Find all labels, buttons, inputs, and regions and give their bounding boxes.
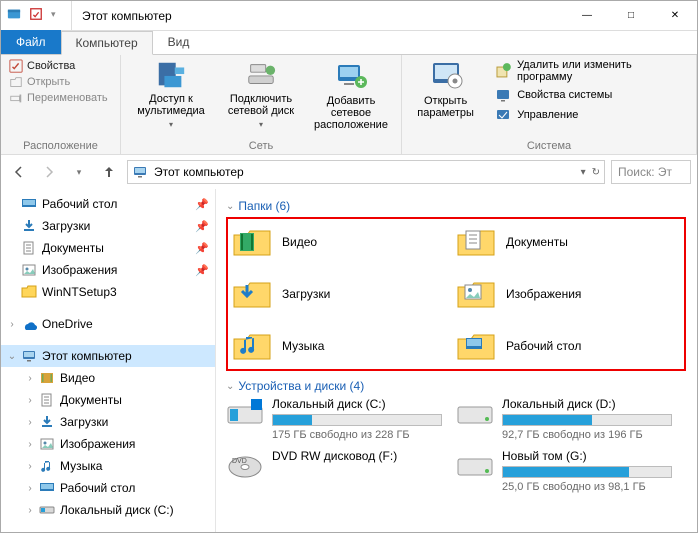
- address-row: ▾ Этот компьютер ▾ ↻ Поиск: Эт: [1, 155, 697, 189]
- nav-drive-c[interactable]: › Локальный диск (C:): [1, 499, 215, 521]
- collapse-icon[interactable]: ⌄: [7, 351, 17, 362]
- search-input[interactable]: Поиск: Эт: [611, 160, 691, 184]
- nav-winntsetup[interactable]: WinNTSetup3: [1, 281, 215, 303]
- svg-text:DVD: DVD: [232, 458, 247, 465]
- chevron-down-icon: ▾: [169, 119, 173, 131]
- ribbon: Свойства Открыть Переименовать Расположе…: [1, 55, 697, 155]
- open-settings-button[interactable]: Открыть параметры: [410, 59, 481, 119]
- nav-desktop-2[interactable]: › Рабочий стол: [1, 477, 215, 499]
- qat-dropdown-icon[interactable]: ▾: [51, 9, 65, 23]
- history-dropdown[interactable]: ▾: [67, 160, 91, 184]
- nav-this-pc[interactable]: ⌄ Этот компьютер: [1, 345, 215, 367]
- group-header-folders[interactable]: ⌄ Папки (6): [226, 199, 687, 213]
- navigation-pane: Рабочий стол📌 Загрузки📌 Документы📌 Изобр…: [1, 189, 216, 532]
- maximize-button[interactable]: □: [609, 1, 653, 30]
- nav-downloads[interactable]: Загрузки📌: [1, 215, 215, 237]
- usage-bar: [502, 414, 672, 426]
- nav-desktop[interactable]: Рабочий стол📌: [1, 193, 215, 215]
- ribbon-group-system: Открыть параметры Удалить или изменить п…: [402, 55, 697, 154]
- tab-computer[interactable]: Компьютер: [61, 31, 153, 55]
- rename-button[interactable]: Переименовать: [9, 91, 112, 105]
- system-properties-button[interactable]: Свойства системы: [495, 87, 688, 103]
- back-button[interactable]: [7, 160, 31, 184]
- title-bar: ▾ Этот компьютер — □ ✕: [1, 1, 697, 31]
- drive-d[interactable]: Локальный диск (D:) 92,7 ГБ свободно из …: [456, 397, 686, 441]
- chevron-down-icon: ⌄: [226, 201, 234, 212]
- drive-g[interactable]: Новый том (G:) 25,0 ГБ свободно из 98,1 …: [456, 449, 686, 493]
- tab-file[interactable]: Файл: [1, 30, 61, 54]
- media-access-button[interactable]: Доступ к мультимедиа▾: [129, 59, 213, 131]
- window-controls: — □ ✕: [565, 1, 697, 30]
- up-button[interactable]: [97, 160, 121, 184]
- qat-properties-icon[interactable]: [29, 7, 43, 24]
- minimize-button[interactable]: —: [565, 1, 609, 30]
- drive-f[interactable]: DVD DVD RW дисковод (F:): [226, 449, 456, 493]
- quick-access-toolbar: ▾: [1, 1, 72, 30]
- drive-c[interactable]: Локальный диск (C:) 175 ГБ свободно из 2…: [226, 397, 456, 441]
- manage-button[interactable]: Управление: [495, 107, 688, 123]
- nav-downloads-2[interactable]: › Загрузки: [1, 411, 215, 433]
- nav-documents[interactable]: Документы📌: [1, 237, 215, 259]
- pin-icon: 📌: [195, 198, 209, 211]
- nav-video[interactable]: › Видео: [1, 367, 215, 389]
- map-drive-button[interactable]: Подключить сетевой диск▾: [219, 59, 303, 131]
- add-network-location-button[interactable]: Добавить сетевое расположение: [309, 59, 393, 131]
- chevron-down-icon: ▾: [259, 119, 263, 131]
- folder-video[interactable]: Видео: [232, 225, 456, 259]
- nav-pictures-2[interactable]: › Изображения: [1, 433, 215, 455]
- window-title: Этот компьютер: [72, 9, 565, 23]
- properties-button[interactable]: Свойства: [9, 59, 112, 73]
- usage-bar: [502, 466, 672, 478]
- ribbon-group-network: Доступ к мультимедиа▾ Подключить сетевой…: [121, 55, 402, 154]
- group-header-drives[interactable]: ⌄ Устройства и диски (4): [226, 379, 687, 393]
- highlighted-region: Видео Документы Загрузки Изображения Муз…: [226, 217, 686, 371]
- ribbon-group-location: Свойства Открыть Переименовать Расположе…: [1, 55, 121, 154]
- folder-documents[interactable]: Документы: [456, 225, 680, 259]
- address-path: Этот компьютер: [154, 165, 244, 179]
- folder-pictures[interactable]: Изображения: [456, 277, 680, 311]
- expand-icon[interactable]: ›: [7, 319, 17, 330]
- chevron-down-icon: ⌄: [226, 381, 234, 392]
- pin-icon: 📌: [195, 264, 209, 277]
- usage-bar: [272, 414, 442, 426]
- tab-view[interactable]: Вид: [153, 30, 205, 54]
- nav-documents-2[interactable]: › Документы: [1, 389, 215, 411]
- forward-button[interactable]: [37, 160, 61, 184]
- nav-pictures[interactable]: Изображения📌: [1, 259, 215, 281]
- uninstall-program-button[interactable]: Удалить или изменить программу: [495, 59, 688, 83]
- ribbon-tabs: Файл Компьютер Вид: [1, 31, 697, 55]
- nav-onedrive[interactable]: › OneDrive: [1, 313, 215, 335]
- open-button[interactable]: Открыть: [9, 75, 112, 89]
- pin-icon: 📌: [195, 220, 209, 233]
- address-bar[interactable]: Этот компьютер ▾ ↻: [127, 160, 605, 184]
- folder-downloads[interactable]: Загрузки: [232, 277, 456, 311]
- folder-music[interactable]: Музыка: [232, 329, 456, 363]
- this-pc-icon: [132, 164, 148, 180]
- folder-desktop[interactable]: Рабочий стол: [456, 329, 680, 363]
- content-pane: ⌄ Папки (6) Видео Документы Загрузки: [216, 189, 697, 532]
- close-button[interactable]: ✕: [653, 1, 697, 30]
- refresh-icon[interactable]: ↻: [592, 167, 600, 178]
- pin-icon: 📌: [195, 242, 209, 255]
- app-icon: [7, 7, 21, 24]
- address-dropdown-icon[interactable]: ▾: [581, 167, 586, 178]
- nav-music-2[interactable]: › Музыка: [1, 455, 215, 477]
